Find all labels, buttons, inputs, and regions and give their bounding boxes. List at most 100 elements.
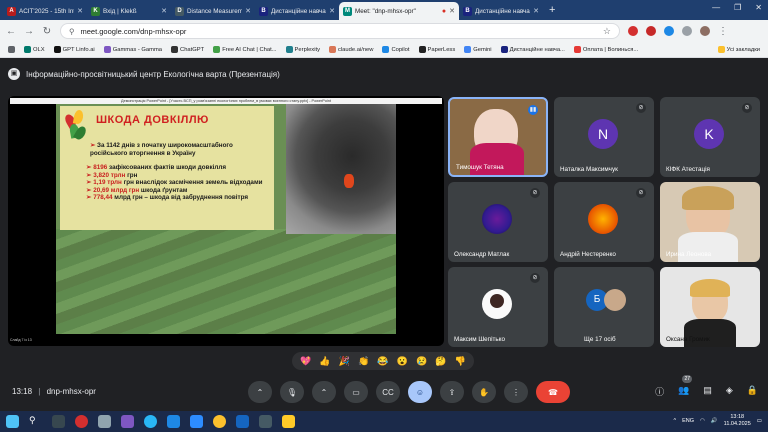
bookmark-apps[interactable] — [8, 46, 15, 53]
close-icon[interactable]: ✕ — [449, 7, 455, 15]
tab-distance[interactable]: D Distance Measurement using A ✕ — [171, 2, 255, 20]
chat-icon[interactable]: ▤ — [703, 385, 712, 398]
bookmark-chatgpt[interactable]: ChatGPT — [171, 46, 204, 53]
raise-hand-icon[interactable]: ✋ — [472, 381, 496, 403]
emoji-icon[interactable]: ☺ — [408, 381, 432, 403]
slide: ШКОДА ДОВКІЛЛЮ ➢ За 1142 днів з початку … — [56, 104, 396, 334]
slide-bullet: ➢ 8196 зафіксованих фактів шкоди довкілля — [86, 164, 227, 171]
reaction-heart[interactable]: 💖 — [300, 356, 311, 367]
participant-tile[interactable]: ⊘ Максим Шепітько — [448, 267, 548, 347]
lock-icon[interactable]: 🔒 — [747, 385, 758, 398]
bookmark-all[interactable]: Усі закладки — [717, 46, 760, 53]
file-icon[interactable] — [98, 415, 111, 428]
bookmark-gemini[interactable]: Gemini — [464, 46, 492, 53]
bookmark-olx[interactable]: OLX — [24, 46, 45, 53]
browser-toolbar: ← → ↻ ⚲ meet.google.com/dnp-mhsx-opr ☆ ⋮ — [0, 20, 768, 42]
zoom-icon[interactable] — [190, 415, 203, 428]
search-icon[interactable]: ⚲ — [29, 415, 42, 428]
presentation-stage[interactable]: Демонстрація PowerPoint - [Участь ВСП_у … — [8, 96, 444, 346]
close-icon[interactable]: ✕ — [533, 7, 539, 15]
reaction-thumbs-down[interactable]: 👎 — [455, 356, 466, 367]
chrome-icon[interactable] — [213, 415, 226, 428]
reaction-clap[interactable]: 👏 — [358, 356, 369, 367]
menu-icon[interactable]: ⋮ — [718, 26, 728, 37]
reaction-thumbs-up[interactable]: 👍 — [319, 356, 330, 367]
app-icon[interactable] — [259, 415, 272, 428]
side-controls: ⓘ 👥 ▤ ◈ 🔒 — [655, 385, 758, 398]
participant-tile[interactable]: Ирина Леонова — [660, 182, 760, 262]
extension-icon[interactable] — [628, 26, 638, 36]
word-icon[interactable] — [236, 415, 249, 428]
reaction-sad[interactable]: 😢 — [416, 356, 427, 367]
store-icon[interactable] — [167, 415, 180, 428]
task-view-icon[interactable] — [52, 415, 65, 428]
volume-icon[interactable]: 🔊 — [711, 418, 718, 424]
reaction-party[interactable]: 🎉 — [339, 356, 350, 367]
back-icon[interactable]: ← — [6, 26, 16, 37]
tab-meet[interactable]: M Meet: "dnp-mhsx-opr" ● ✕ — [339, 2, 459, 20]
start-icon[interactable] — [6, 415, 19, 428]
present-icon[interactable]: ⇪ — [440, 381, 464, 403]
reaction-laugh[interactable]: 😂 — [377, 356, 388, 367]
more-audio-icon[interactable]: ⌃ — [248, 381, 272, 403]
captions-icon[interactable]: CC — [376, 381, 400, 403]
camera-icon[interactable]: ▭ — [344, 381, 368, 403]
bookmark-perplexity[interactable]: Perplexity — [285, 46, 320, 53]
tab-acit[interactable]: A ACIT'2025 - 15th International ✕ — [3, 2, 87, 20]
language-indicator[interactable]: ENG — [682, 418, 694, 424]
participant-tile[interactable]: N ⊘ Наталка Максимчук — [554, 97, 654, 177]
close-icon[interactable]: ✕ — [77, 7, 83, 15]
wifi-icon[interactable]: ◠ — [700, 418, 705, 424]
info-icon[interactable]: ⓘ — [655, 385, 664, 398]
site-info-icon[interactable]: ⚲ — [69, 27, 75, 36]
new-tab-button[interactable]: + — [549, 4, 555, 16]
bookmark-copilot[interactable]: Copilot — [382, 46, 410, 53]
extension-icon[interactable] — [664, 26, 674, 36]
bookmark-gamma[interactable]: Gammas - Gamma — [103, 46, 162, 53]
participant-tile[interactable]: ▮▮ Тимошук Тетяна — [448, 97, 548, 177]
people-icon[interactable]: 👥 — [678, 385, 689, 398]
mic-icon[interactable]: 🎙 — [280, 381, 304, 403]
more-video-icon[interactable]: ⌃ — [312, 381, 336, 403]
participant-tile-more[interactable]: Б Ще 17 осіб — [554, 267, 654, 347]
participant-tile[interactable]: ⊘ Олександр Матлак — [448, 182, 548, 262]
bookmark-linfo[interactable]: GPT Linfo.ai — [53, 46, 95, 53]
bookmark-vsp[interactable]: Дистанційне навча... — [500, 46, 565, 53]
notifications-icon[interactable]: ▭ — [757, 418, 762, 424]
explorer-icon[interactable] — [282, 415, 295, 428]
bookmark-free-ai-chat[interactable]: Free AI Chat | Chat... — [213, 46, 277, 53]
viber-icon[interactable] — [121, 415, 134, 428]
maximize-icon[interactable]: ❐ — [734, 3, 741, 12]
tab-vsp-2[interactable]: В Дистанційне навчання в ВСП ✕ — [459, 2, 543, 20]
reaction-surprised[interactable]: 😮 — [397, 356, 408, 367]
close-icon[interactable]: ✕ — [245, 7, 251, 15]
bookmark-payment[interactable]: Оплата | Волинься... — [573, 46, 638, 53]
bookmark-star-icon[interactable]: ☆ — [603, 26, 611, 37]
extensions-puzzle-icon[interactable] — [682, 26, 692, 36]
close-icon[interactable]: ✕ — [161, 7, 167, 15]
profile-avatar[interactable] — [700, 26, 710, 36]
bookmark-claude[interactable]: claude.ai/new — [329, 46, 373, 53]
tray-chevron-icon[interactable]: ^ — [673, 418, 676, 424]
extension-icon[interactable] — [646, 26, 656, 36]
close-icon[interactable]: ✕ — [329, 7, 335, 15]
more-options-icon[interactable]: ⋮ — [504, 381, 528, 403]
reload-icon[interactable]: ↻ — [42, 26, 52, 37]
address-bar[interactable]: ⚲ meet.google.com/dnp-mhsx-opr ☆ — [60, 23, 620, 39]
participant-name: Андрій Нестеренко — [560, 251, 616, 258]
bookmark-paperless[interactable]: PaperLess — [418, 46, 455, 53]
activities-icon[interactable]: ◈ — [726, 385, 733, 398]
minimize-icon[interactable]: — — [712, 3, 720, 12]
tab-vsp[interactable]: В Дистанційне навчання в ВСП ✕ — [255, 2, 339, 20]
close-window-icon[interactable]: ✕ — [755, 3, 762, 12]
leave-call-button[interactable]: ☎ — [536, 381, 570, 403]
participant-tile[interactable]: Оксана Громик — [660, 267, 760, 347]
forward-icon[interactable]: → — [24, 26, 34, 37]
tab-klekss[interactable]: K Вхід | Klekß ✕ — [87, 2, 171, 20]
opera-icon[interactable] — [75, 415, 88, 428]
tray-clock[interactable]: 13:18 11.04.2025 — [724, 414, 751, 427]
participant-tile[interactable]: ⊘ Андрій Нестеренко — [554, 182, 654, 262]
participant-tile[interactable]: K ⊘ КІФК Атестація — [660, 97, 760, 177]
reaction-thinking[interactable]: 🤔 — [435, 356, 446, 367]
telegram-icon[interactable] — [144, 415, 157, 428]
